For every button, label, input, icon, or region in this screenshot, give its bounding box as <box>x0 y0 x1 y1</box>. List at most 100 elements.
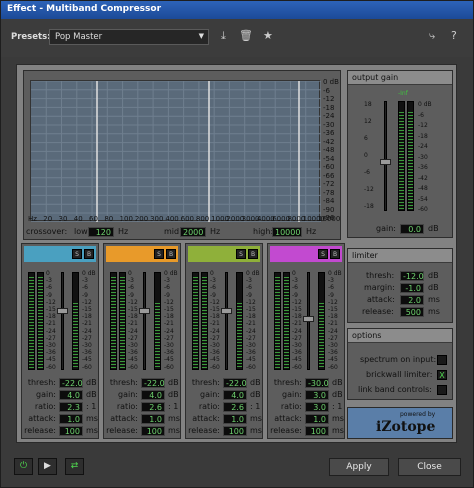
preset-toolbar: Presets: Pop Master ▼ ⤓ 🗑 ★ ⤷ ? <box>1 19 473 57</box>
favorite-star-icon[interactable]: ★ <box>263 29 273 43</box>
band-meter-scale-label: -30 <box>82 342 92 349</box>
band-ratio-field[interactable]: 3.0 <box>305 402 329 412</box>
hz-label: 80 <box>104 215 114 223</box>
band-input-meter-left <box>110 272 117 370</box>
help-icon[interactable]: ? <box>451 29 457 43</box>
band-solo-button[interactable]: S <box>154 249 164 259</box>
spectrum-graph: 0 dB -6 -12 -18 -24 -30 -36 -42 -48 -54 -60 -66 -72-… <box>23 70 341 240</box>
power-icon[interactable]: ⏻ <box>14 458 33 475</box>
band-solo-button[interactable]: S <box>236 249 246 259</box>
output-gain-field[interactable]: 0.0 <box>400 224 424 234</box>
band-ratio-field[interactable]: 2.6 <box>223 402 247 412</box>
band-scale-label: -12 <box>128 298 138 306</box>
band-input-meter-left <box>28 272 35 370</box>
limiter-panel: limiter thresh: -12.0 dB margin: -1.0 dB… <box>347 248 453 323</box>
band-thresh-field[interactable]: -22.0 <box>141 378 165 388</box>
band-release-field[interactable]: 100 <box>223 426 247 436</box>
link-band-controls-checkbox[interactable] <box>437 385 447 395</box>
band-release-unit: ms <box>168 426 180 435</box>
band-bypass-button[interactable]: B <box>248 249 258 259</box>
band-solo-button[interactable]: S <box>318 249 328 259</box>
band-meter-scale-label: 0 dB <box>328 270 342 277</box>
band-thresh-field[interactable]: -30.0 <box>305 378 329 388</box>
band-gain-meter <box>318 272 325 370</box>
band-release-unit: ms <box>86 426 98 435</box>
band-meter-scale-label: -36 <box>82 349 92 357</box>
save-preset-icon[interactable]: ⤓ <box>221 29 226 43</box>
brickwall-limiter-checkbox[interactable]: X <box>437 370 447 380</box>
band-input-meter-right <box>37 272 44 370</box>
band-meter-scale-label: -18 <box>328 313 338 321</box>
band-bypass-button[interactable]: B <box>84 249 94 259</box>
band-input-meter-left <box>192 272 199 370</box>
band-attack-field[interactable]: 1.0 <box>141 414 165 424</box>
band-threshold-fader[interactable] <box>57 308 68 314</box>
delete-preset-icon[interactable]: 🗑 <box>239 29 253 43</box>
band-gain-field[interactable]: 4.0 <box>223 390 247 400</box>
limiter-attack-field[interactable]: 2.0 <box>400 295 424 305</box>
apply-button[interactable]: Apply <box>329 458 389 476</box>
band-bypass-button[interactable]: B <box>330 249 340 259</box>
low-crossover-field[interactable]: 120 <box>88 227 114 237</box>
band-attack-field[interactable]: 1.0 <box>223 414 247 424</box>
band-scale-label: -12 <box>46 298 56 306</box>
limiter-release-field[interactable]: 500 <box>400 307 424 317</box>
hz-label: 30 <box>58 215 68 223</box>
band-threshold-fader[interactable] <box>303 316 314 322</box>
limiter-title: limiter <box>348 249 452 263</box>
play-icon[interactable]: ▶ <box>38 458 57 475</box>
band-bypass-button[interactable]: B <box>166 249 176 259</box>
band-gain-field[interactable]: 4.0 <box>59 390 83 400</box>
band-ratio-label: ratio: <box>116 402 138 411</box>
limiter-thresh-unit: dB <box>428 271 439 280</box>
output-meter-label: -12 <box>418 122 428 129</box>
band-meter-scale-label: -12 <box>246 298 256 306</box>
limiter-margin-field[interactable]: -1.0 <box>400 283 424 293</box>
band-header: S B <box>24 246 96 262</box>
band-thresh-field[interactable]: -22.0 <box>223 378 247 388</box>
band-scale-label: -18 <box>46 313 56 321</box>
band-scale-label: 0 <box>46 270 50 277</box>
band-4-panel: S B 0 -3 -6 -9 -12 -15 -18 -21 -24 -27 -30 -36 -45 -60… <box>267 243 345 439</box>
band-meter-scale-label: -3 <box>164 277 170 285</box>
band-gain-field[interactable]: 3.0 <box>305 390 329 400</box>
spectrum-on-input-checkbox[interactable] <box>437 355 447 365</box>
db-label: -60 <box>323 163 335 171</box>
db-label: -30 <box>323 120 335 129</box>
band-meter-scale-label: -15 <box>328 306 338 313</box>
band-scale-label: -36 <box>128 349 138 357</box>
izotope-brand: iZotope <box>376 419 436 435</box>
band-thresh-field[interactable]: -22.0 <box>59 378 83 388</box>
band-attack-field[interactable]: 1.0 <box>59 414 83 424</box>
band-release-field[interactable]: 100 <box>59 426 83 436</box>
band-meter-scale-label: -60 <box>246 363 256 371</box>
preset-dropdown[interactable]: Pop Master ▼ <box>49 29 209 45</box>
band-release-field[interactable]: 100 <box>305 426 329 436</box>
band-scale-label: -18 <box>292 313 302 321</box>
band-ratio-field[interactable]: 2.3 <box>59 402 83 412</box>
band-threshold-fader[interactable] <box>221 308 232 314</box>
loop-icon[interactable]: ⇄ <box>65 458 84 475</box>
band-meter-scale-label: -9 <box>82 291 88 299</box>
high-crossover-field[interactable]: 10000 <box>272 227 302 237</box>
db-label: -54 <box>323 154 335 163</box>
band-ratio-unit: : 1 <box>168 402 179 411</box>
limiter-thresh-field[interactable]: -12.0 <box>400 271 424 281</box>
band-scale-label: 0 <box>210 270 214 277</box>
close-button[interactable]: Close <box>398 458 461 476</box>
band-release-field[interactable]: 100 <box>141 426 165 436</box>
band-scale-label: -36 <box>210 349 220 357</box>
output-gain-fader[interactable] <box>380 159 391 165</box>
band-ratio-field[interactable]: 2.6 <box>141 402 165 412</box>
band-scale-label: -6 <box>46 284 52 292</box>
mid-crossover-field[interactable]: 2000 <box>180 227 206 237</box>
band-gain-field[interactable]: 4.0 <box>141 390 165 400</box>
band-solo-button[interactable]: S <box>72 249 82 259</box>
route-icon[interactable]: ⤷ <box>429 29 435 43</box>
band-header: S B <box>188 246 260 262</box>
low-unit: Hz <box>118 227 129 236</box>
band-attack-field[interactable]: 1.0 <box>305 414 329 424</box>
db-label: -90 <box>323 205 335 214</box>
crossover-plot[interactable] <box>30 80 322 223</box>
band-threshold-fader[interactable] <box>139 308 150 314</box>
